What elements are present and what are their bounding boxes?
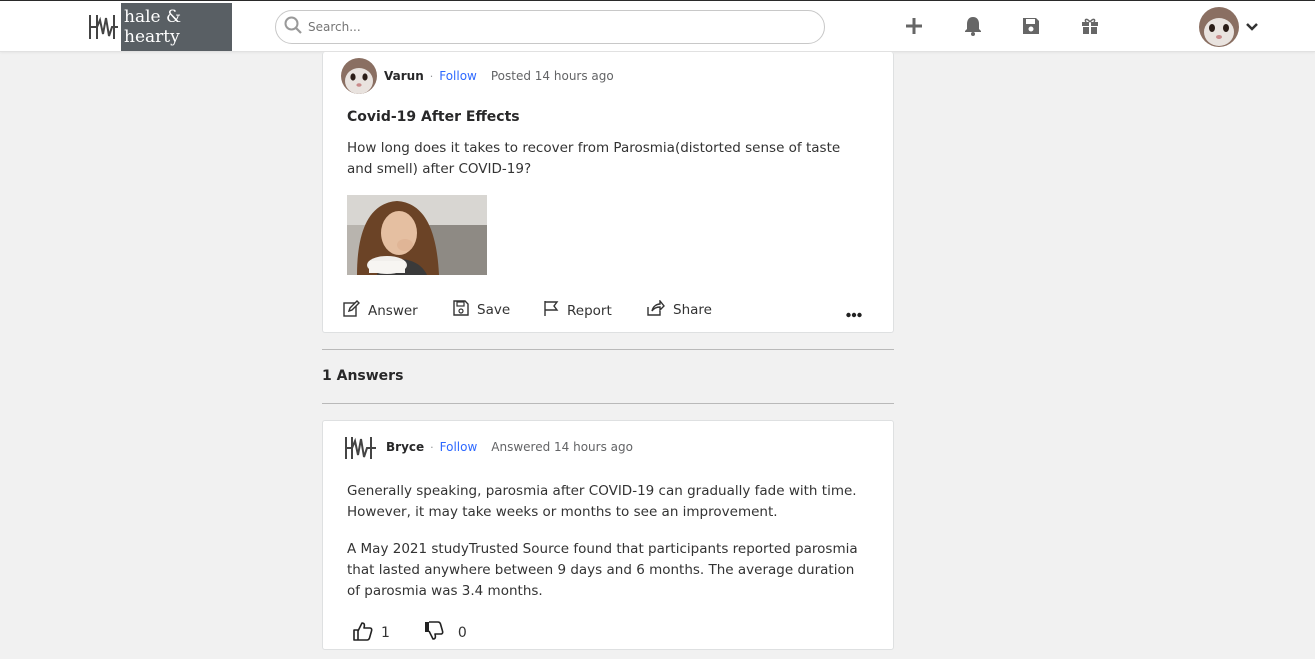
- answered-time: Answered 14 hours ago: [491, 440, 633, 454]
- answer-body: Generally speaking, parosmia after COVID…: [347, 481, 867, 618]
- downvote-count: 0: [457, 625, 467, 641]
- chevron-down-icon[interactable]: [1245, 19, 1259, 38]
- question-image[interactable]: [347, 195, 487, 275]
- question-author-row: Varun · Follow Posted 14 hours ago: [341, 58, 614, 94]
- question-card: Varun · Follow Posted 14 hours ago Covid…: [322, 52, 894, 333]
- author-name[interactable]: Varun: [384, 69, 424, 83]
- follow-link[interactable]: Follow: [439, 69, 477, 83]
- upvote-button[interactable]: 1: [353, 621, 390, 645]
- divider: [322, 349, 894, 350]
- save-button[interactable]: Save: [453, 300, 510, 320]
- user-avatar[interactable]: [1199, 7, 1239, 47]
- answer-button[interactable]: Answer: [343, 300, 418, 321]
- author-avatar[interactable]: [341, 58, 377, 94]
- upvote-count: 1: [381, 625, 390, 641]
- gift-icon[interactable]: [1079, 15, 1101, 37]
- edit-icon: [343, 300, 360, 321]
- logo-mark-icon: [86, 3, 121, 51]
- save-icon[interactable]: [1020, 15, 1042, 37]
- share-label: Share: [673, 302, 712, 318]
- thumbs-up-icon: [353, 621, 373, 645]
- share-button[interactable]: Share: [647, 299, 712, 320]
- separator-dot: ·: [429, 69, 434, 83]
- thumbs-down-icon: [424, 621, 444, 645]
- brand-avatar-icon[interactable]: [343, 429, 379, 465]
- top-navigation-bar: hale & hearty: [0, 0, 1315, 52]
- answer-card: Bryce · Follow Answered 14 hours ago Gen…: [322, 420, 894, 650]
- plus-icon[interactable]: [903, 15, 925, 37]
- answer-label: Answer: [368, 302, 418, 319]
- question-body: How long does it takes to recover from P…: [347, 140, 841, 177]
- search-icon: [284, 16, 302, 38]
- share-icon: [647, 299, 665, 320]
- answer-author-row: Bryce · Follow Answered 14 hours ago: [343, 429, 633, 465]
- answer-author-name[interactable]: Bryce: [386, 440, 424, 454]
- logo-text: hale & hearty: [121, 3, 232, 51]
- downvote-button[interactable]: 0: [424, 621, 467, 645]
- flag-icon: [543, 300, 559, 321]
- brand-logo[interactable]: hale & hearty: [86, 3, 232, 51]
- answer-paragraph: Generally speaking, parosmia after COVID…: [347, 483, 857, 520]
- posted-time: Posted 14 hours ago: [490, 69, 614, 83]
- more-options-icon[interactable]: [846, 303, 862, 322]
- vote-controls: 1 0: [353, 621, 467, 645]
- save-label: Save: [477, 302, 511, 318]
- search-bar[interactable]: [275, 10, 825, 44]
- search-input[interactable]: [308, 20, 788, 34]
- answers-count: 1 Answers: [322, 368, 404, 384]
- report-label: Report: [567, 302, 612, 319]
- bell-icon[interactable]: [962, 15, 984, 37]
- follow-link[interactable]: Follow: [440, 440, 478, 454]
- question-actions: Answer Save Report Share: [343, 299, 873, 322]
- divider: [322, 403, 894, 404]
- report-button[interactable]: Report: [543, 300, 612, 321]
- question-title[interactable]: Covid-19 After Effects: [347, 109, 520, 125]
- floppy-icon: [453, 300, 469, 320]
- answer-paragraph: A May 2021 studyTrusted Source found tha…: [347, 541, 858, 599]
- separator-dot: ·: [430, 440, 434, 454]
